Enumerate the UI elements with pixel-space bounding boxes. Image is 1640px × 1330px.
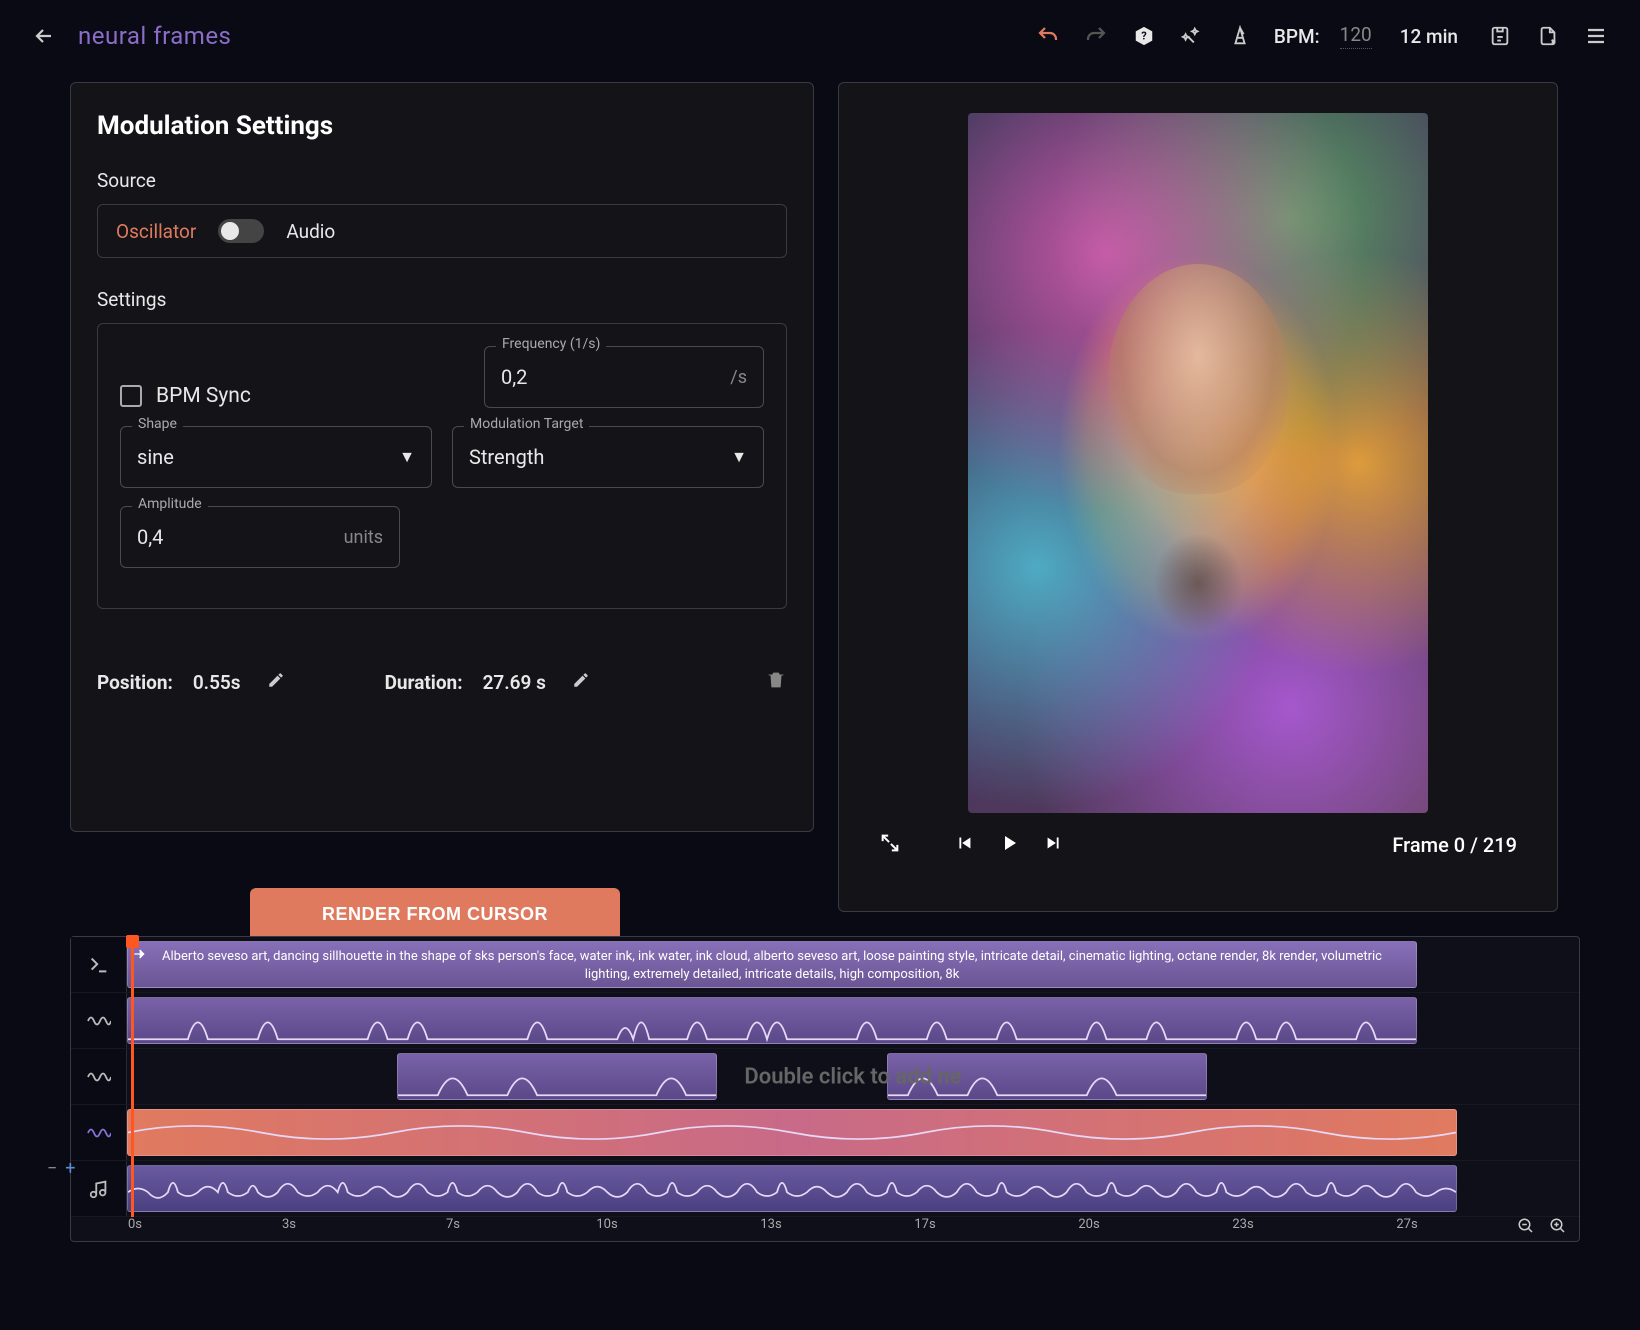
bpm-sync-checkbox[interactable] [120, 385, 142, 407]
modulation-target-select[interactable]: Strength ▼ [452, 426, 764, 488]
frame-counter: Frame 0 / 219 [1392, 833, 1517, 857]
source-audio-option[interactable]: Audio [286, 220, 335, 243]
modulation-clip-2b[interactable] [887, 1053, 1207, 1100]
timeline-ruler[interactable]: 0s 3s 7s 10s 13s 17s 20s 23s 27s [71, 1217, 1579, 1241]
modulation-settings-panel: Modulation Settings Source Oscillator Au… [70, 82, 814, 832]
modulation-track-3-icon[interactable] [71, 1105, 127, 1160]
source-oscillator-option[interactable]: Oscillator [116, 220, 196, 243]
svg-text:?: ? [1141, 30, 1147, 43]
source-toggle-group: Oscillator Audio [97, 204, 787, 258]
fullscreen-icon[interactable] [879, 832, 901, 858]
settings-box: BPM Sync Frequency (1/s) 0,2 /s Shape si… [97, 323, 787, 609]
audio-clip[interactable] [127, 1165, 1457, 1212]
amplitude-input[interactable]: 0,4 units [120, 506, 400, 568]
position-value: 0.55s [193, 671, 241, 694]
shape-label: Shape [132, 416, 183, 432]
amplitude-label: Amplitude [132, 496, 208, 512]
zoom-out-icon[interactable] [1517, 1217, 1535, 1239]
modulation-clip-3[interactable] [127, 1109, 1457, 1156]
play-icon[interactable] [997, 831, 1021, 859]
bpm-label: BPM: [1274, 25, 1320, 48]
undo-icon[interactable] [1034, 22, 1062, 50]
preview-panel: Frame 0 / 219 [838, 82, 1558, 912]
delete-icon[interactable] [765, 669, 787, 696]
menu-icon[interactable] [1582, 22, 1610, 50]
timeline: Alberto seveso art, dancing sillhouette … [70, 936, 1580, 1242]
bpm-sync-label: BPM Sync [156, 384, 251, 408]
document-export-icon[interactable] [1534, 22, 1562, 50]
help-icon[interactable]: ? [1130, 22, 1158, 50]
skip-end-icon[interactable] [1043, 832, 1065, 858]
edit-position-icon[interactable] [267, 671, 285, 694]
brand-title: neural frames [78, 22, 231, 50]
modulation-clip-1[interactable] [127, 997, 1417, 1044]
bpm-value[interactable]: 120 [1340, 23, 1372, 49]
edit-duration-icon[interactable] [572, 671, 590, 694]
prompt-track-icon[interactable] [71, 937, 127, 992]
back-button[interactable] [30, 22, 58, 50]
timeline-playhead[interactable] [131, 937, 134, 1217]
modulation-clip-2a[interactable] [397, 1053, 717, 1100]
save-icon[interactable] [1486, 22, 1514, 50]
redo-icon[interactable] [1082, 22, 1110, 50]
remove-track-button[interactable]: − [47, 1158, 57, 1179]
project-duration: 12 min [1400, 25, 1458, 48]
source-toggle-switch[interactable] [218, 219, 264, 243]
modulation-track-2-icon[interactable] [71, 1049, 127, 1104]
render-from-cursor-button[interactable]: RENDER FROM CURSOR [250, 888, 620, 941]
audio-track-icon[interactable] [71, 1161, 127, 1216]
zoom-in-icon[interactable] [1549, 1217, 1567, 1239]
position-label: Position: [97, 671, 173, 694]
source-section-label: Source [97, 169, 787, 192]
target-label: Modulation Target [464, 416, 589, 432]
chevron-down-icon: ▼ [731, 447, 747, 467]
duration-label: Duration: [385, 671, 463, 694]
chevron-down-icon: ▼ [399, 447, 415, 467]
duration-value: 27.69 s [483, 671, 546, 694]
preview-image [968, 113, 1428, 813]
panel-title: Modulation Settings [97, 111, 787, 141]
magic-wand-icon[interactable] [1178, 22, 1206, 50]
skip-start-icon[interactable] [953, 832, 975, 858]
prompt-clip[interactable]: Alberto seveso art, dancing sillhouette … [127, 941, 1417, 988]
settings-section-label: Settings [97, 288, 787, 311]
metronome-icon[interactable] [1226, 22, 1254, 50]
frequency-input[interactable]: 0,2 /s [484, 346, 764, 408]
add-track-button[interactable]: + [65, 1158, 75, 1179]
frequency-label: Frequency (1/s) [496, 336, 606, 352]
modulation-track-1-icon[interactable] [71, 993, 127, 1048]
shape-select[interactable]: sine ▼ [120, 426, 432, 488]
